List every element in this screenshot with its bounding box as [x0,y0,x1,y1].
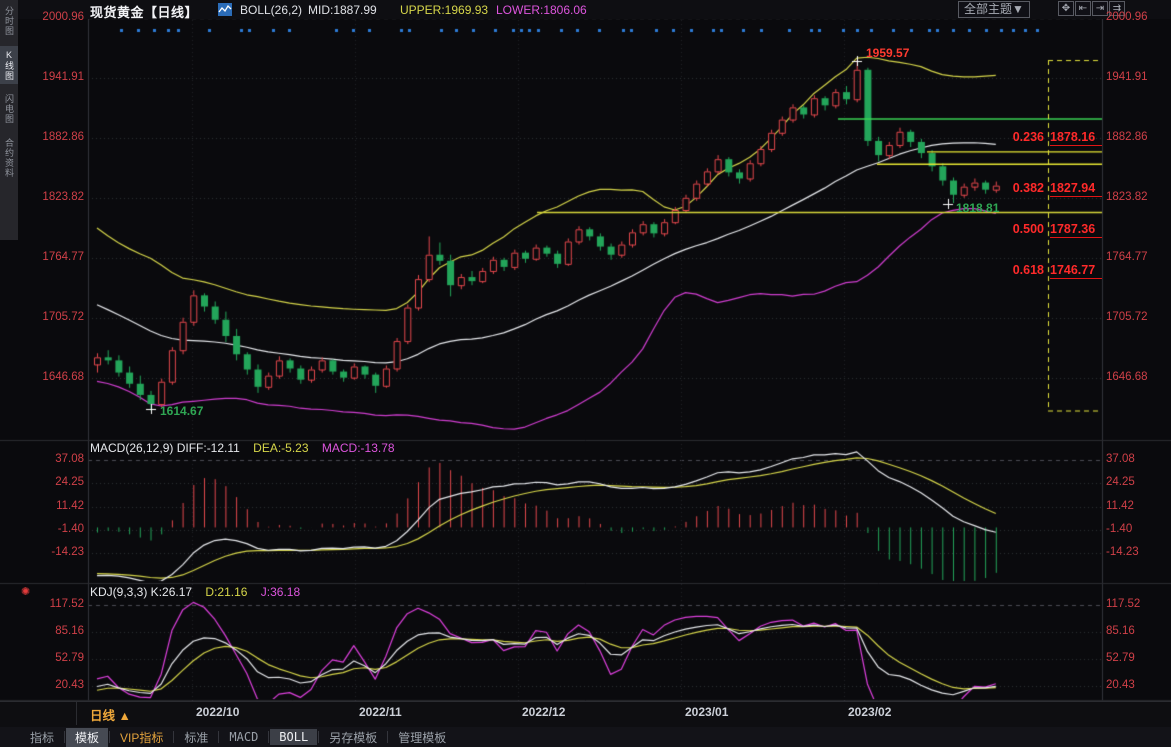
toolbar-divider [173,731,174,743]
sidebar-item-分时图[interactable]: 分时图 [0,2,18,40]
toolbar-divider [387,731,388,743]
kdj-header: KDJ(9,3,3) K:26.17 D:21.16 J:36.18 [90,585,300,599]
x-axis-strip [0,701,1171,728]
theme-dropdown[interactable]: 全部主题▼ [958,1,1030,18]
toolbar-tab-另存模板[interactable]: 另存模板 [320,728,386,747]
top-bar: 现货黄金【日线】 BOLL(26,2) MID:1887.99 UPPER:19… [18,0,1171,19]
y-axis-label-right: -14.23 [1106,546,1168,558]
y-axis-label-right: 1941.91 [1106,71,1168,83]
y-axis-label-right: 2000.96 [1106,11,1168,23]
toolbar-tab-标准[interactable]: 标准 [175,728,217,747]
fib-price-label: 1827.94 [1050,181,1102,197]
y-axis-label-right: 1764.77 [1106,251,1168,263]
y-axis-label: 2000.96 [22,11,84,23]
toolbar-tab-管理模板[interactable]: 管理模板 [389,728,455,747]
y-axis-label: 1882.86 [22,131,84,143]
kdj-k-label: KDJ(9,3,3) K:26.17 [90,585,192,599]
boll-mid-value: MID:1887.99 [308,3,377,17]
x-axis-divider [76,702,77,725]
y-axis-label: 85.16 [22,625,84,637]
sidebar-item-K线图[interactable]: K线图 [0,46,18,84]
y-axis-label-right: 52.79 [1106,652,1168,664]
fib-ratio-label: 0.382 [1004,181,1044,195]
toolbar-tab-VIP指标[interactable]: VIP指标 [111,728,172,747]
sidebar-item-闪电图[interactable]: 闪电图 [0,90,18,128]
fib-ratio-label: 0.236 [1004,130,1044,144]
date-tick-label: 2022/10 [196,705,239,719]
y-axis-label: 24.25 [22,476,84,488]
toolbar-tab-指标[interactable]: 指标 [21,728,63,747]
kdj-d-label: D:21.16 [205,585,247,599]
toolbar-tab-MACD[interactable]: MACD [220,729,267,745]
y-axis-label-right: 1882.86 [1106,131,1168,143]
chart-canvas[interactable] [0,0,1171,747]
fib-price-label: 1878.16 [1050,130,1102,146]
y-axis-label: -14.23 [22,546,84,558]
fib-ratio-label: 0.618 [1004,263,1044,277]
y-axis-label: 20.43 [22,679,84,691]
kdj-j-label: J:36.18 [261,585,300,599]
toolbar-divider [109,731,110,743]
y-axis-label-right: 11.42 [1106,500,1168,512]
y-axis-label: -1.40 [22,523,84,535]
y-axis-label-right: 1646.68 [1106,371,1168,383]
instrument-title: 现货黄金【日线】 [90,2,198,21]
macd-diff-label: MACD(26,12,9) DIFF:-12.11 [90,441,240,455]
fib-price-label: 1787.36 [1050,222,1102,238]
toolbar-divider [218,731,219,743]
indicator-flag-icon[interactable]: ✺ [21,585,30,598]
y-axis-label: 1646.68 [22,371,84,383]
y-axis-label-right: 1705.72 [1106,311,1168,323]
price-marker-label: 1818.81 [956,201,999,215]
toolbar-tab-BOLL[interactable]: BOLL [270,729,317,745]
boll-upper-value: UPPER:1969.93 [400,3,488,17]
price-marker-label: 1614.67 [160,404,203,418]
y-axis-label: 1823.82 [22,191,84,203]
date-tick-label: 2022/12 [522,705,565,719]
kline-chart-icon [218,3,232,16]
macd-dea-label: DEA:-5.23 [253,441,308,455]
period-selector[interactable]: 日线 ▲ [90,705,131,724]
toolbar-tab-模板[interactable]: 模板 [66,728,108,747]
boll-lower-value: LOWER:1806.06 [496,3,587,17]
bottom-toolbar: 指标模板VIP指标标准MACDBOLL另存模板管理模板 [0,727,1171,747]
price-marker-label: 1959.57 [866,46,909,60]
sidebar-item-合约资料[interactable]: 合约资料 [0,134,18,182]
date-tick-label: 2023/02 [848,705,891,719]
y-axis-label-right: 1823.82 [1106,191,1168,203]
pan-tool-icon[interactable]: ✥ [1058,1,1074,16]
fib-price-label: 1746.77 [1050,263,1102,279]
toolbar-divider [318,731,319,743]
macd-header: MACD(26,12,9) DIFF:-12.11 DEA:-5.23 MACD… [90,441,395,455]
date-tick-label: 2023/01 [685,705,728,719]
y-axis-label-right: 24.25 [1106,476,1168,488]
toolbar-divider [268,731,269,743]
y-axis-label: 1764.77 [22,251,84,263]
y-axis-label-right: 20.43 [1106,679,1168,691]
boll-params-label: BOLL(26,2) [240,3,302,17]
y-axis-label: 117.52 [22,598,84,610]
y-axis-label: 37.08 [22,453,84,465]
y-axis-label: 1941.91 [22,71,84,83]
macd-value-label: MACD:-13.78 [322,441,395,455]
y-axis-label: 11.42 [22,500,84,512]
trading-terminal: 现货黄金【日线】 BOLL(26,2) MID:1887.99 UPPER:19… [0,0,1171,747]
y-axis-label: 52.79 [22,652,84,664]
toolbar-divider [64,731,65,743]
y-axis-label-right: 117.52 [1106,598,1168,610]
y-axis-label-right: -1.40 [1106,523,1168,535]
y-axis-label-right: 85.16 [1106,625,1168,637]
date-tick-label: 2022/11 [359,705,402,719]
fib-ratio-label: 0.500 [1004,222,1044,236]
fit-left-icon[interactable]: ⇤ [1075,1,1091,16]
y-axis-label: 1705.72 [22,311,84,323]
y-axis-label-right: 37.08 [1106,453,1168,465]
